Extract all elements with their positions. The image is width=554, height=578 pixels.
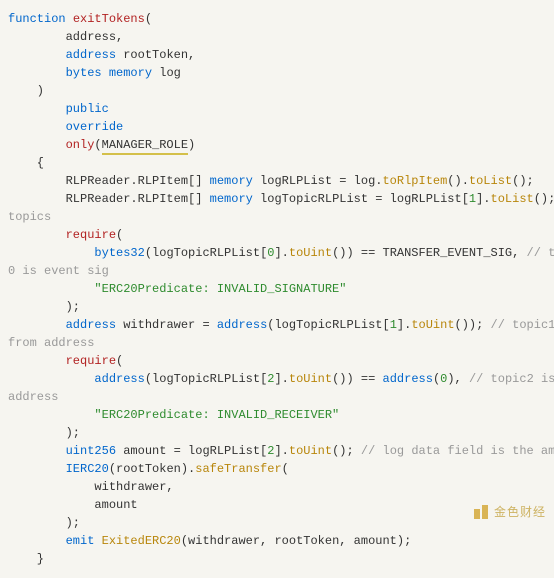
keyword-address: address [66,48,116,62]
code-line: { [8,156,44,170]
keyword-bytes32: bytes32 [94,246,144,260]
keyword-require: require [66,228,116,242]
function-name: exitTokens [73,12,145,26]
keyword-require: require [66,354,116,368]
watermark-logo-icon [472,503,490,521]
keyword-memory: memory [210,192,253,206]
keyword-function: function [8,12,66,26]
method-call: toUint [289,372,332,386]
comment: // topic1 is [491,318,554,332]
highlighted-role: MANAGER_ROLE [102,138,188,155]
keyword-public: public [66,102,109,116]
comment: // log data field is the amount [361,444,554,458]
method-call: toUint [411,318,454,332]
method-call: toUint [289,246,332,260]
code-line: amount [8,498,138,512]
keyword-emit: emit [66,534,95,548]
code-block: function exitTokens( address, address ro… [0,0,554,578]
keyword-override: override [66,120,124,134]
string-literal: "ERC20Predicate: INVALID_RECEIVER" [94,408,339,422]
method-call: toUint [289,444,332,458]
watermark: 金色财经 [472,503,546,521]
keyword-address: address [217,318,267,332]
keyword-address: address [94,372,144,386]
comment: topics [8,210,51,224]
code-line: ); [8,426,80,440]
keyword-address: address [383,372,433,386]
comment: from address [8,336,94,350]
code-line: ) [8,84,44,98]
keyword-address: address [66,318,116,332]
watermark-text: 金色财经 [494,503,546,521]
keyword-memory: memory [210,174,253,188]
code-line: ); [8,300,80,314]
string-literal: "ERC20Predicate: INVALID_SIGNATURE" [94,282,346,296]
keyword-uint256: uint256 [66,444,116,458]
method-call: toRlpItem [382,174,447,188]
code-line: withdrawer, [8,480,174,494]
code-line: address, [8,30,123,44]
method-call: toList [469,174,512,188]
method-call: safeTransfer [195,462,281,476]
comment: // topic2 is to [469,372,554,386]
method-call: toList [491,192,534,206]
modifier-only: only [66,138,95,152]
event-name: ExitedERC20 [102,534,181,548]
number-literal: 1 [390,318,397,332]
comment: 0 is event sig [8,264,109,278]
keyword-bytes: bytes [66,66,102,80]
code-line: ); [8,516,80,530]
code-line: } [8,552,44,566]
comment: address [8,390,58,404]
comment: // topic [527,246,554,260]
type-ierc20: IERC20 [66,462,109,476]
keyword-memory: memory [109,66,152,80]
